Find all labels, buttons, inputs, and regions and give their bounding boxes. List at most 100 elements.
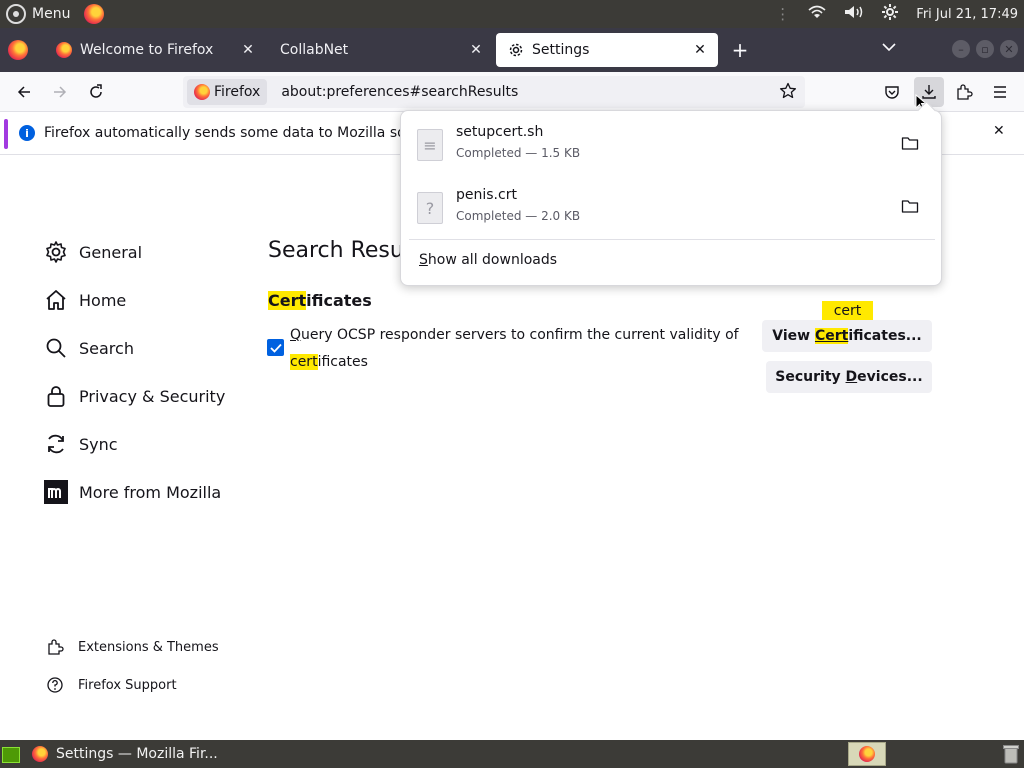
extensions-icon[interactable] <box>952 80 976 104</box>
download-item[interactable]: ≡ setupcert.sh Completed — 1.5 KB <box>409 117 935 175</box>
hamburger-menu-icon[interactable] <box>988 80 1012 104</box>
tab-collabnet[interactable]: CollabNet ✕ <box>268 33 494 67</box>
sidebar-link-label: Firefox Support <box>78 677 177 693</box>
puzzle-icon <box>46 638 68 656</box>
unknown-file-icon: ? <box>417 192 443 224</box>
sidebar-item-privacy[interactable]: Privacy & Security <box>44 380 225 412</box>
reload-button[interactable] <box>84 80 108 104</box>
downloads-panel: ≡ setupcert.sh Completed — 1.5 KB ? peni… <box>400 110 942 286</box>
download-filename: setupcert.sh <box>456 124 544 140</box>
url-text[interactable]: about:preferences#searchResults <box>281 84 518 100</box>
close-icon[interactable]: ✕ <box>690 42 710 58</box>
minimize-button[interactable]: – <box>952 40 970 58</box>
pocket-icon[interactable] <box>880 80 904 104</box>
show-desktop-icon[interactable] <box>2 747 20 763</box>
chevron-down-icon[interactable] <box>882 40 896 56</box>
identity-label: Firefox <box>214 84 261 100</box>
close-icon[interactable]: ✕ <box>993 123 1005 139</box>
system-menu-label: Menu <box>32 6 71 22</box>
ocsp-checkbox[interactable] <box>267 339 284 356</box>
sidebar-item-sync[interactable]: Sync <box>44 428 118 460</box>
system-menu-button[interactable]: Menu <box>0 0 105 28</box>
folder-icon[interactable] <box>901 135 919 155</box>
network-icon[interactable] <box>808 5 826 23</box>
sync-icon <box>44 432 72 456</box>
handle-icon: ⋮ <box>775 5 791 23</box>
help-icon <box>46 676 68 694</box>
trash-icon[interactable] <box>1002 744 1020 764</box>
tab-label: CollabNet <box>280 42 349 58</box>
close-icon[interactable]: ✕ <box>238 42 258 58</box>
taskbar-window-button[interactable]: Settings — Mozilla Fir... <box>32 740 218 768</box>
sidebar-item-label: Search <box>79 338 134 358</box>
button-text: how all downloads <box>427 252 558 268</box>
firefox-view-icon[interactable] <box>8 40 28 60</box>
button-text: Security <box>775 369 846 385</box>
download-filename: penis.crt <box>456 187 517 203</box>
sidebar-item-label: More from Mozilla <box>79 482 222 502</box>
button-text: View <box>772 328 815 344</box>
identity-box[interactable]: Firefox <box>187 79 268 105</box>
accesskey: D <box>845 369 858 385</box>
firefox-icon <box>194 84 210 100</box>
system-top-panel: Menu ⋮ Fri Jul 21, 17:49 <box>0 0 1024 28</box>
folder-icon[interactable] <box>901 198 919 218</box>
ubuntu-menu-icon <box>6 4 26 24</box>
show-all-downloads-button[interactable]: Show all downloads <box>419 252 557 268</box>
taskbar-window-title: Settings — Mozilla Fir... <box>56 746 218 762</box>
accesskey: S <box>419 252 428 268</box>
search-highlight: Cert <box>814 328 849 344</box>
search-highlight: cert <box>290 354 318 370</box>
tab-strip: Welcome to Firefox ✕ CollabNet ✕ Setting… <box>0 28 1024 72</box>
sidebar-item-label: Privacy & Security <box>79 386 226 406</box>
heading-rest: ificates <box>306 291 372 310</box>
firefox-icon <box>56 42 72 58</box>
navigation-toolbar: Firefox about:preferences#searchResults <box>0 72 1024 112</box>
bookmark-star-icon[interactable] <box>779 82 797 104</box>
download-item[interactable]: ? penis.crt Completed — 2.0 KB <box>409 180 935 238</box>
bottom-taskbar: Settings — Mozilla Fir... <box>0 740 1024 768</box>
gear-icon <box>508 42 524 58</box>
url-bar[interactable]: Firefox about:preferences#searchResults <box>183 76 805 108</box>
download-status: Completed — 2.0 KB <box>456 209 581 223</box>
ocsp-label-line2: ificates <box>317 354 368 370</box>
download-status: Completed — 1.5 KB <box>456 146 581 160</box>
forward-button[interactable] <box>48 80 72 104</box>
security-devices-button[interactable]: Security Devices... <box>766 361 932 393</box>
search-highlight: Cert <box>268 291 307 310</box>
back-button[interactable] <box>12 80 36 104</box>
tab-welcome[interactable]: Welcome to Firefox ✕ <box>44 33 266 67</box>
sidebar-link-firefox-support[interactable]: Firefox Support <box>46 673 177 697</box>
button-text: evices... <box>857 369 923 385</box>
divider <box>409 239 935 240</box>
view-certificates-button[interactable]: View Cert ificates... <box>762 320 932 352</box>
workspace-switcher[interactable] <box>848 742 886 766</box>
gear-icon <box>44 240 72 264</box>
sidebar-link-label: Extensions & Themes <box>78 639 219 655</box>
ocsp-label-line1: uery OCSP responder servers to confirm t… <box>301 327 739 343</box>
sidebar-item-label: Home <box>79 290 127 310</box>
lock-icon <box>44 384 72 408</box>
firefox-launcher-icon[interactable] <box>84 4 105 24</box>
accesskey: Q <box>290 327 302 343</box>
sidebar-link-extensions-themes[interactable]: Extensions & Themes <box>46 635 219 659</box>
tab-settings[interactable]: Settings ✕ <box>496 33 718 67</box>
notification-text: Firefox automatically sends some data to… <box>44 125 425 141</box>
certificates-heading: Certificates <box>268 291 372 310</box>
mozilla-icon <box>44 480 72 504</box>
button-text: ificates... <box>848 328 922 344</box>
sidebar-item-search[interactable]: Search <box>44 332 134 364</box>
sidebar-item-general[interactable]: General <box>44 236 142 268</box>
maximize-button[interactable]: ▫ <box>976 40 994 58</box>
tab-label: Settings <box>532 42 590 58</box>
sidebar-item-more-from-mozilla[interactable]: More from Mozilla <box>44 476 221 508</box>
search-tooltip: cert <box>822 301 873 327</box>
sidebar-item-home[interactable]: Home <box>44 284 126 316</box>
volume-icon[interactable] <box>844 5 864 23</box>
new-tab-button[interactable]: + <box>730 38 750 62</box>
ocsp-label[interactable]: Query OCSP responder servers to confirm … <box>290 322 740 376</box>
clock[interactable]: Fri Jul 21, 17:49 <box>916 7 1018 22</box>
window-close-button[interactable]: ✕ <box>1000 40 1018 58</box>
settings-icon[interactable] <box>882 4 899 24</box>
close-icon[interactable]: ✕ <box>466 42 486 58</box>
